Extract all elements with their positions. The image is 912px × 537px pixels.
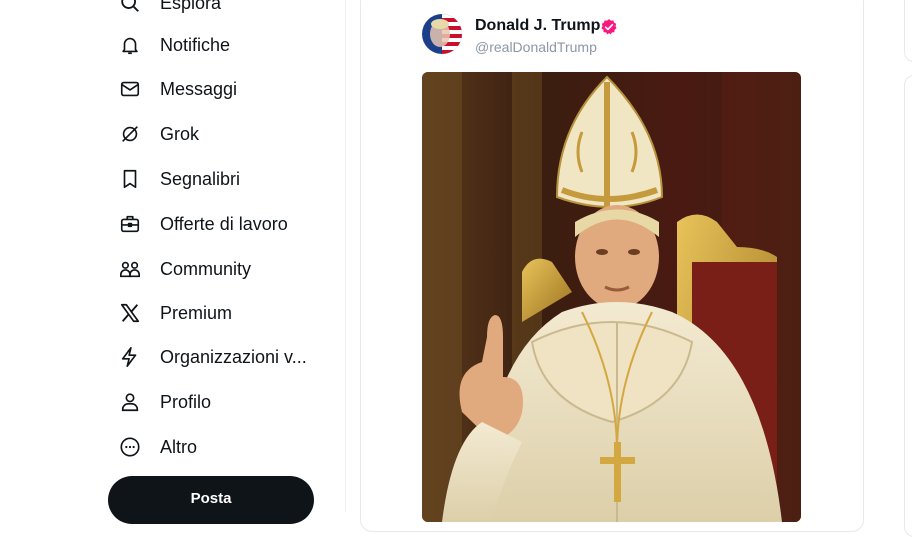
envelope-icon bbox=[118, 77, 142, 101]
sidebar-item-label: Messaggi bbox=[160, 78, 238, 99]
sidebar-item-label: Altro bbox=[160, 436, 198, 457]
sidebar-item-community[interactable]: Community bbox=[118, 254, 251, 284]
more-circle-icon bbox=[118, 435, 142, 459]
sidebar-item-label: Segnalibri bbox=[160, 168, 241, 189]
author-handle[interactable]: @realDonaldTrump bbox=[475, 39, 597, 55]
sidebar-item-label: Notifiche bbox=[160, 34, 231, 55]
sidebar-nav: Esplora Notifiche Messaggi Grok Segnalib… bbox=[0, 0, 346, 524]
lightning-icon bbox=[118, 345, 142, 369]
grok-icon bbox=[118, 122, 142, 146]
right-panel-box bbox=[904, 75, 912, 537]
sidebar-item-label: Organizzazioni v... bbox=[160, 346, 307, 367]
sidebar-item-profile[interactable]: Profilo bbox=[118, 387, 211, 417]
avatar[interactable] bbox=[422, 14, 462, 54]
author-name[interactable]: Donald J. Trump bbox=[475, 17, 600, 35]
sidebar-item-label: Offerte di lavoro bbox=[160, 213, 288, 234]
post-button[interactable]: Posta bbox=[108, 476, 314, 524]
sidebar-item-messages[interactable]: Messaggi bbox=[118, 74, 237, 104]
sidebar-item-label: Profilo bbox=[160, 391, 212, 412]
sidebar-item-label: Esplora bbox=[160, 0, 222, 13]
sidebar-item-explore[interactable]: Esplora bbox=[118, 0, 221, 18]
sidebar-item-label: Community bbox=[160, 258, 252, 279]
sidebar-item-bookmarks[interactable]: Segnalibri bbox=[118, 164, 240, 194]
sidebar-item-label: Premium bbox=[160, 302, 233, 323]
sidebar-item-premium[interactable]: Premium bbox=[118, 298, 232, 328]
x-logo-icon bbox=[118, 301, 142, 325]
people-icon bbox=[118, 257, 142, 281]
right-panel-box bbox=[904, 0, 912, 62]
bell-icon bbox=[118, 33, 142, 57]
sidebar-item-grok[interactable]: Grok bbox=[118, 119, 199, 149]
sidebar-item-more[interactable]: Altro bbox=[118, 432, 197, 462]
post-image[interactable] bbox=[422, 72, 801, 522]
verified-badge-icon bbox=[600, 18, 618, 36]
sidebar-item-jobs[interactable]: Offerte di lavoro bbox=[118, 209, 288, 239]
column-divider bbox=[345, 0, 346, 512]
bookmark-icon bbox=[118, 167, 142, 191]
search-icon bbox=[118, 0, 142, 15]
sidebar-item-notifications[interactable]: Notifiche bbox=[118, 30, 230, 60]
sidebar-item-organizations[interactable]: Organizzazioni v... bbox=[118, 342, 307, 372]
sidebar-item-label: Grok bbox=[160, 123, 200, 144]
person-icon bbox=[118, 390, 142, 414]
briefcase-icon bbox=[118, 212, 142, 236]
